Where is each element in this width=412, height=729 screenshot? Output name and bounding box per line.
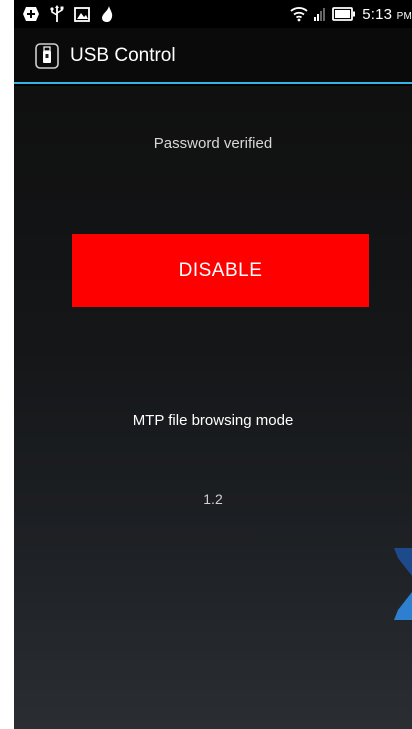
notification-icons	[22, 4, 114, 24]
password-status-text: Password verified	[153, 135, 273, 152]
system-icons: 5:13 PM	[290, 4, 412, 24]
disable-button[interactable]: DISABLE	[72, 234, 369, 307]
battery-icon	[332, 7, 356, 21]
flame-icon	[100, 5, 114, 23]
usb-icon	[50, 5, 64, 23]
device-screen: 5:13 PM USB Control Password verified DI…	[14, 0, 412, 729]
status-bar: 5:13 PM	[14, 0, 412, 28]
usb-lock-icon[interactable]	[34, 42, 60, 70]
version-text: 1.2	[203, 491, 223, 507]
wifi-icon	[290, 6, 308, 22]
status-clock: 5:13 PM	[362, 6, 412, 23]
notification-plus-icon	[22, 6, 40, 22]
signal-icon	[314, 7, 326, 21]
action-bar: USB Control	[14, 28, 412, 84]
clock-ampm: PM	[396, 10, 412, 22]
edge-chevron-icon	[394, 548, 412, 620]
main-content: Password verified DISABLE MTP file brows…	[14, 86, 412, 729]
app-title: USB Control	[70, 45, 176, 66]
clock-time: 5:13	[362, 5, 393, 23]
image-icon	[74, 6, 90, 22]
usb-mode-text: MTP file browsing mode	[132, 412, 294, 429]
